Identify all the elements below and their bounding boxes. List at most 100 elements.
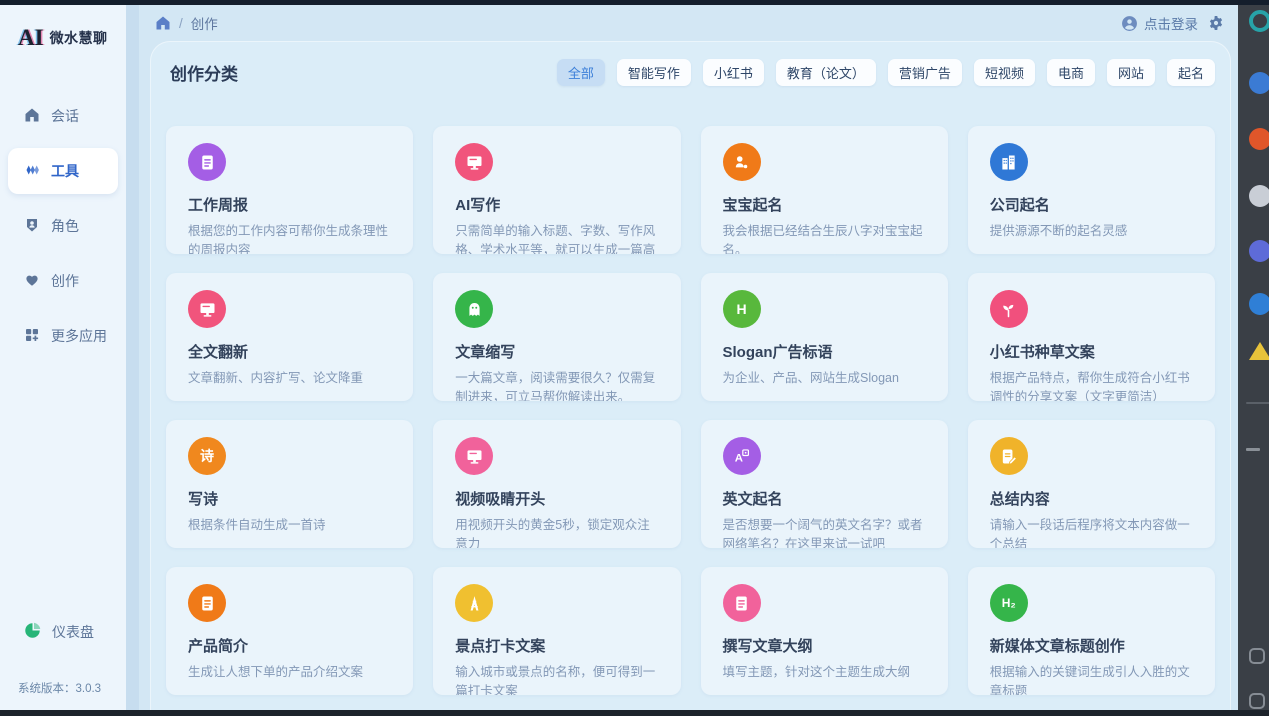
dock-app-indigo-icon[interactable] — [1249, 240, 1269, 262]
category-tabs: 全部智能写作小红书教育（论文） 营销广告短视频电商网站起名 — [557, 59, 1215, 86]
tool-card[interactable]: 产品简介 生成让人想下单的产品介绍文案 — [166, 567, 413, 695]
sidebar-item-工具[interactable]: 工具 — [8, 148, 118, 194]
tool-card-title: AI写作 — [455, 194, 660, 215]
tool-card-description: 用视频开头的黄金5秒，锁定观众注意力 — [455, 516, 660, 548]
dock-app-teal-icon[interactable] — [1249, 10, 1269, 32]
dock-app-tri-icon[interactable] — [1249, 342, 1269, 360]
login-label: 点击登录 — [1144, 13, 1198, 33]
dock-app-orange-icon[interactable] — [1249, 128, 1269, 150]
tool-card[interactable]: 景点打卡文案 输入城市或景点的名称，便可得到一篇打卡文案 — [433, 567, 680, 695]
sidebar-item-dashboard[interactable]: 仪表盘 — [8, 610, 121, 654]
tool-card-title: 工作周报 — [188, 194, 393, 215]
tool-card-description: 为企业、产品、网站生成Slogan — [723, 369, 928, 388]
doc-pen-icon — [990, 437, 1028, 475]
sidebar: AI 微水慧聊 会话 工具 角色 创作 更多应用 仪表盘 系统版本：3.0.3 — [0, 5, 126, 710]
tool-card-description: 提供源源不断的起名灵感 — [990, 222, 1195, 241]
category-tab-营销广告[interactable]: 营销广告 — [888, 59, 962, 86]
tool-card-description: 我会根据已经结合生辰八字对宝宝起名。 — [723, 222, 928, 254]
tool-card-description: 一大篇文章，阅读需要很久？仅需复制进来，可立马帮你解读出来。 — [455, 369, 660, 401]
dock-tool-icon[interactable] — [1249, 693, 1265, 709]
dock-settings-icon[interactable] — [1249, 648, 1265, 664]
monitor-icon — [188, 290, 226, 328]
tool-card[interactable]: 宝宝起名 我会根据已经结合生辰八字对宝宝起名。 — [701, 126, 948, 254]
sidebar-item-角色[interactable]: 角色 — [8, 203, 118, 249]
user-avatar-icon — [1121, 15, 1138, 32]
poem-icon: 诗 — [188, 437, 226, 475]
dock-dash — [1246, 448, 1260, 451]
category-tab-教育（论文）[interactable]: 教育（论文） — [776, 59, 876, 86]
tool-card-description: 只需简单的输入标题、字数、写作风格、学术水平等，就可以生成一篇高质量的… — [455, 222, 660, 254]
category-tab-网站[interactable]: 网站 — [1107, 59, 1155, 86]
tool-card-title: 产品简介 — [188, 635, 393, 656]
logo-ai-mark: AI — [18, 25, 44, 51]
tool-card-description: 请输入一段话后程序将文本内容做一个总结 — [990, 516, 1195, 548]
sidebar-item-更多应用[interactable]: 更多应用 — [8, 313, 118, 359]
settings-gear-icon[interactable] — [1208, 15, 1224, 31]
tool-card-title: 景点打卡文案 — [455, 635, 660, 656]
sidebar-nav: 会话 工具 角色 创作 更多应用 — [0, 93, 126, 359]
category-tab-电商[interactable]: 电商 — [1047, 59, 1095, 86]
tool-card[interactable]: H₂ 新媒体文章标题创作 根据输入的关键词生成引人入胜的文章标题 — [968, 567, 1215, 695]
tool-card-title: 宝宝起名 — [723, 194, 928, 215]
tool-card-title: 全文翻新 — [188, 341, 393, 362]
app-window: AI 微水慧聊 会话 工具 角色 创作 更多应用 仪表盘 系统版本：3.0.3 — [0, 0, 1269, 716]
window-top-edge — [0, 0, 1269, 5]
sidebar-scrollbar[interactable] — [126, 5, 139, 710]
tool-card[interactable]: 公司起名 提供源源不断的起名灵感 — [968, 126, 1215, 254]
window-bottom-edge — [0, 710, 1269, 716]
dock-app-gray-icon[interactable] — [1249, 185, 1269, 207]
app-title: 微水慧聊 — [50, 28, 108, 48]
tool-card-title: Slogan广告标语 — [723, 341, 928, 362]
apps-grid-icon — [24, 327, 40, 346]
role-badge-icon — [24, 217, 40, 236]
monitor-icon — [455, 437, 493, 475]
ghost-icon — [455, 290, 493, 328]
tool-card-description: 输入城市或景点的名称，便可得到一篇打卡文案 — [455, 663, 660, 695]
tool-card[interactable]: 撰写文章大纲 填写主题，针对这个主题生成大纲 — [701, 567, 948, 695]
tool-card[interactable]: 总结内容 请输入一段话后程序将文本内容做一个总结 — [968, 420, 1215, 548]
monitor-icon — [455, 143, 493, 181]
sidebar-item-会话[interactable]: 会话 — [8, 93, 118, 139]
category-tab-智能写作[interactable]: 智能写作 — [617, 59, 691, 86]
category-tab-小红书[interactable]: 小红书 — [703, 59, 764, 86]
topbar-right: 点击登录 — [1121, 13, 1224, 33]
tool-card[interactable]: 小红书种草文案 根据产品特点，帮你生成符合小红书调性的分享文案（文字更简洁） — [968, 273, 1215, 401]
tool-card-title: 写诗 — [188, 488, 393, 509]
system-version: 系统版本：3.0.3 — [18, 680, 121, 696]
dock-divider — [1246, 402, 1269, 404]
topbar: / 创作 点击登录 — [139, 5, 1238, 41]
home-icon[interactable] — [155, 15, 171, 31]
tool-card[interactable]: 文章缩写 一大篇文章，阅读需要很久？仅需复制进来，可立马帮你解读出来。 — [433, 273, 680, 401]
tool-card[interactable]: 视频吸睛开头 用视频开头的黄金5秒，锁定观众注意力 — [433, 420, 680, 548]
tool-card-title: 撰写文章大纲 — [723, 635, 928, 656]
home-icon — [24, 107, 40, 126]
tool-card[interactable]: 工作周报 根据您的工作内容可帮你生成条理性的周报内容 — [166, 126, 413, 254]
tool-card-description: 根据输入的关键词生成引人入胜的文章标题 — [990, 663, 1195, 695]
tool-card-description: 根据条件自动生成一首诗 — [188, 516, 393, 535]
document-icon — [188, 584, 226, 622]
tool-card-title: 视频吸睛开头 — [455, 488, 660, 509]
category-tab-起名[interactable]: 起名 — [1167, 59, 1215, 86]
main-area: / 创作 点击登录 创作分类 全部智能写作小红书教育（论文） 营销广告短视频电商网… — [139, 5, 1238, 710]
login-button[interactable]: 点击登录 — [1121, 13, 1198, 33]
tool-card[interactable]: AI写作 只需简单的输入标题、字数、写作风格、学术水平等，就可以生成一篇高质量的… — [433, 126, 680, 254]
panel-header: 创作分类 全部智能写作小红书教育（论文） 营销广告短视频电商网站起名 — [166, 59, 1215, 86]
dock-app-edge-icon[interactable] — [1249, 293, 1269, 315]
sidebar-item-label: 仪表盘 — [52, 622, 94, 642]
page-title: 创作分类 — [166, 60, 238, 85]
document-icon — [723, 584, 761, 622]
tool-card-description: 文章翻新、内容扩写、论文降重 — [188, 369, 393, 388]
category-tab-全部[interactable]: 全部 — [557, 59, 605, 86]
tool-card[interactable]: 诗 写诗 根据条件自动生成一首诗 — [166, 420, 413, 548]
tool-card[interactable]: A 英文起名 是否想要一个阔气的英文名字？或者网络笔名？在这里来试一试吧 — [701, 420, 948, 548]
content-panel: 创作分类 全部智能写作小红书教育（论文） 营销广告短视频电商网站起名 工作周报 根… — [150, 41, 1231, 716]
tool-card-title: 公司起名 — [990, 194, 1195, 215]
sidebar-item-创作[interactable]: 创作 — [8, 258, 118, 304]
tool-card-description: 根据产品特点，帮你生成符合小红书调性的分享文案（文字更简洁） — [990, 369, 1195, 401]
category-tab-短视频[interactable]: 短视频 — [974, 59, 1035, 86]
tool-card-grid: 工作周报 根据您的工作内容可帮你生成条理性的周报内容 AI写作 只需简单的输入标… — [166, 126, 1215, 695]
tower-icon — [455, 584, 493, 622]
tool-card[interactable]: H Slogan广告标语 为企业、产品、网站生成Slogan — [701, 273, 948, 401]
dock-app-blue-icon[interactable] — [1249, 72, 1269, 94]
tool-card[interactable]: 全文翻新 文章翻新、内容扩写、论文降重 — [166, 273, 413, 401]
